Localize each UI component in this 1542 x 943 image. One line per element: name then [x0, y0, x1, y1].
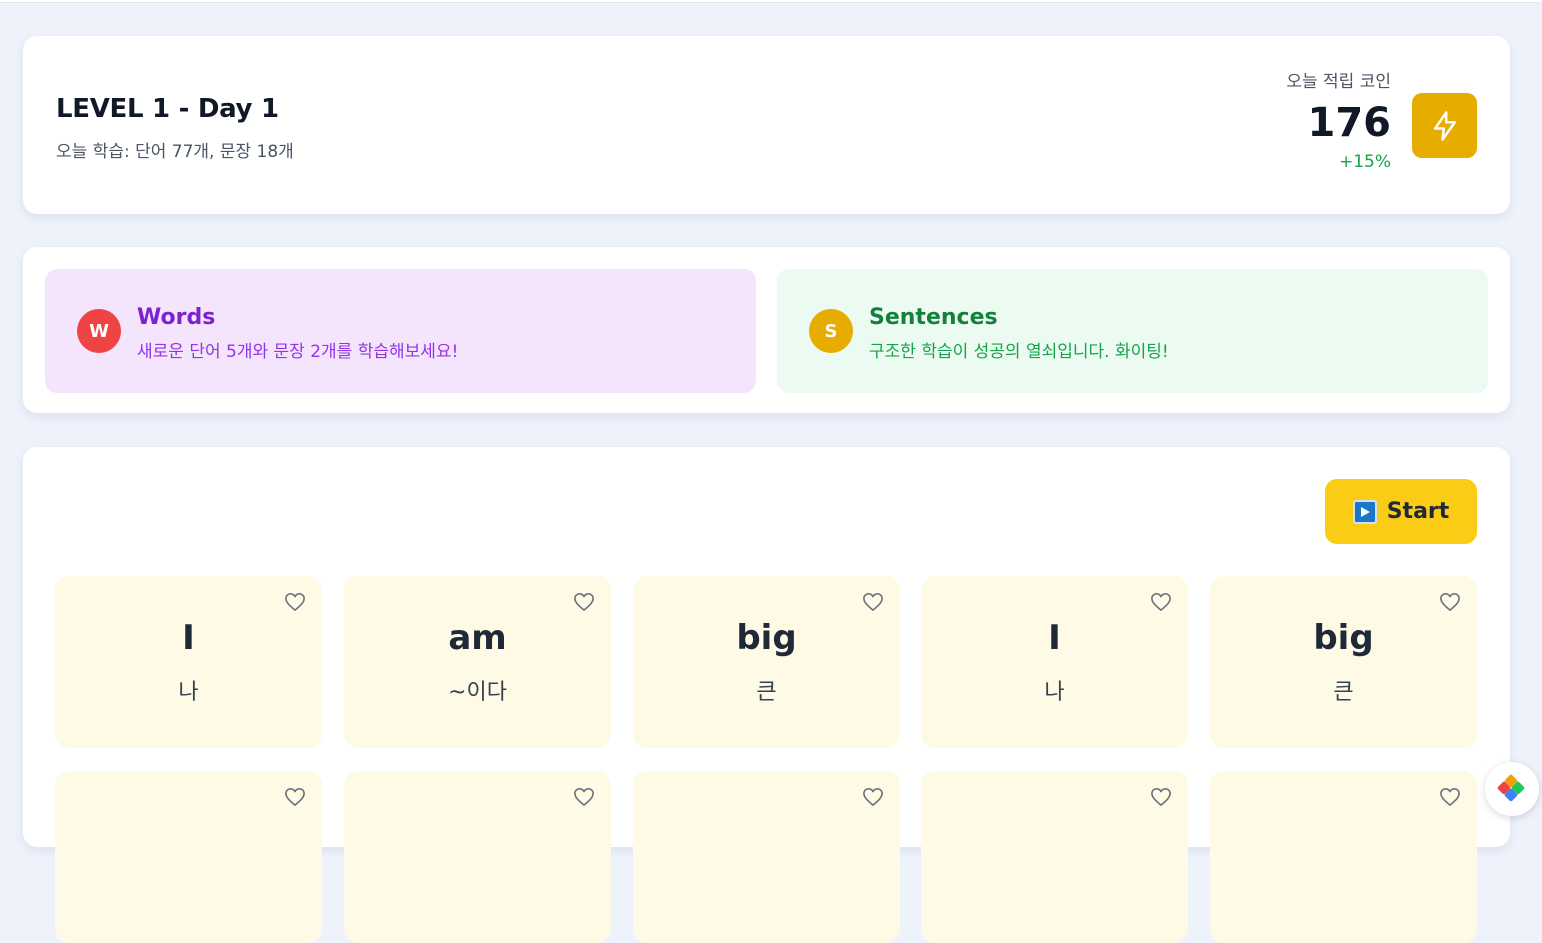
words-panel[interactable]: W Words 새로운 단어 5개와 문장 2개를 학습해보세요! — [45, 269, 756, 393]
coin-delta: +15% — [1338, 152, 1391, 172]
heart-icon[interactable] — [284, 592, 306, 612]
word-korean: 큰 — [756, 680, 777, 705]
word-card[interactable]: big 큰 — [633, 576, 900, 748]
word-card[interactable] — [344, 771, 611, 943]
word-english: am — [448, 618, 507, 658]
start-button-label: Start — [1386, 499, 1450, 524]
words-title: Words — [137, 305, 216, 330]
word-english: big — [736, 618, 797, 658]
words-description: 새로운 단어 5개와 문장 2개를 학습해보세요! — [137, 342, 459, 362]
word-english: big — [1313, 618, 1374, 658]
heart-icon[interactable] — [862, 787, 884, 807]
page-title: LEVEL 1 - Day 1 — [56, 94, 279, 124]
browser-top-edge — [0, 0, 1542, 3]
heart-icon[interactable] — [1150, 592, 1172, 612]
word-korean: 큰 — [1333, 680, 1354, 705]
sentences-panel[interactable]: S Sentences 구조한 학습이 성공의 열쇠입니다. 화이팅! — [777, 269, 1488, 393]
sentences-badge: S — [809, 309, 853, 353]
coin-label: 오늘 적립 코인 — [1286, 72, 1391, 92]
word-card[interactable]: I나 — [921, 576, 1188, 748]
word-card[interactable] — [921, 771, 1188, 943]
start-button[interactable]: Start — [1325, 479, 1477, 544]
today-study-summary: 오늘 학습: 단어 77개, 문장 18개 — [56, 142, 294, 162]
play-icon — [1352, 499, 1377, 524]
word-korean: 나 — [1044, 680, 1065, 705]
words-badge: W — [77, 309, 121, 353]
heart-icon[interactable] — [862, 592, 884, 612]
extension-logo-icon[interactable] — [1485, 762, 1539, 816]
heart-icon[interactable] — [1150, 787, 1172, 807]
sentences-title: Sentences — [869, 305, 998, 330]
level-header-card: LEVEL 1 - Day 1 오늘 학습: 단어 77개, 문장 18개 오늘… — [23, 36, 1510, 214]
coin-summary: 오늘 적립 코인 176 +15% — [1286, 70, 1391, 174]
word-english: I — [1048, 618, 1061, 658]
word-korean: ~이다 — [448, 680, 507, 705]
word-card[interactable] — [633, 771, 900, 943]
sentences-description: 구조한 학습이 성공의 열쇠입니다. 화이팅! — [869, 342, 1169, 362]
heart-icon[interactable] — [1439, 592, 1461, 612]
word-card[interactable]: I나 — [55, 576, 322, 748]
heart-icon[interactable] — [573, 787, 595, 807]
word-card[interactable]: am ~이다 — [344, 576, 611, 748]
study-info-card: W Words 새로운 단어 5개와 문장 2개를 학습해보세요! S Sent… — [23, 247, 1510, 413]
word-card[interactable]: big 큰 — [1210, 576, 1477, 748]
lightning-bolt-icon — [1412, 93, 1477, 158]
heart-icon[interactable] — [284, 787, 306, 807]
word-korean: 나 — [178, 680, 199, 705]
word-card[interactable] — [55, 771, 322, 943]
heart-icon[interactable] — [1439, 787, 1461, 807]
coin-value: 176 — [1307, 100, 1392, 146]
word-english: I — [182, 618, 195, 658]
heart-icon[interactable] — [573, 592, 595, 612]
word-card[interactable] — [1210, 771, 1477, 943]
